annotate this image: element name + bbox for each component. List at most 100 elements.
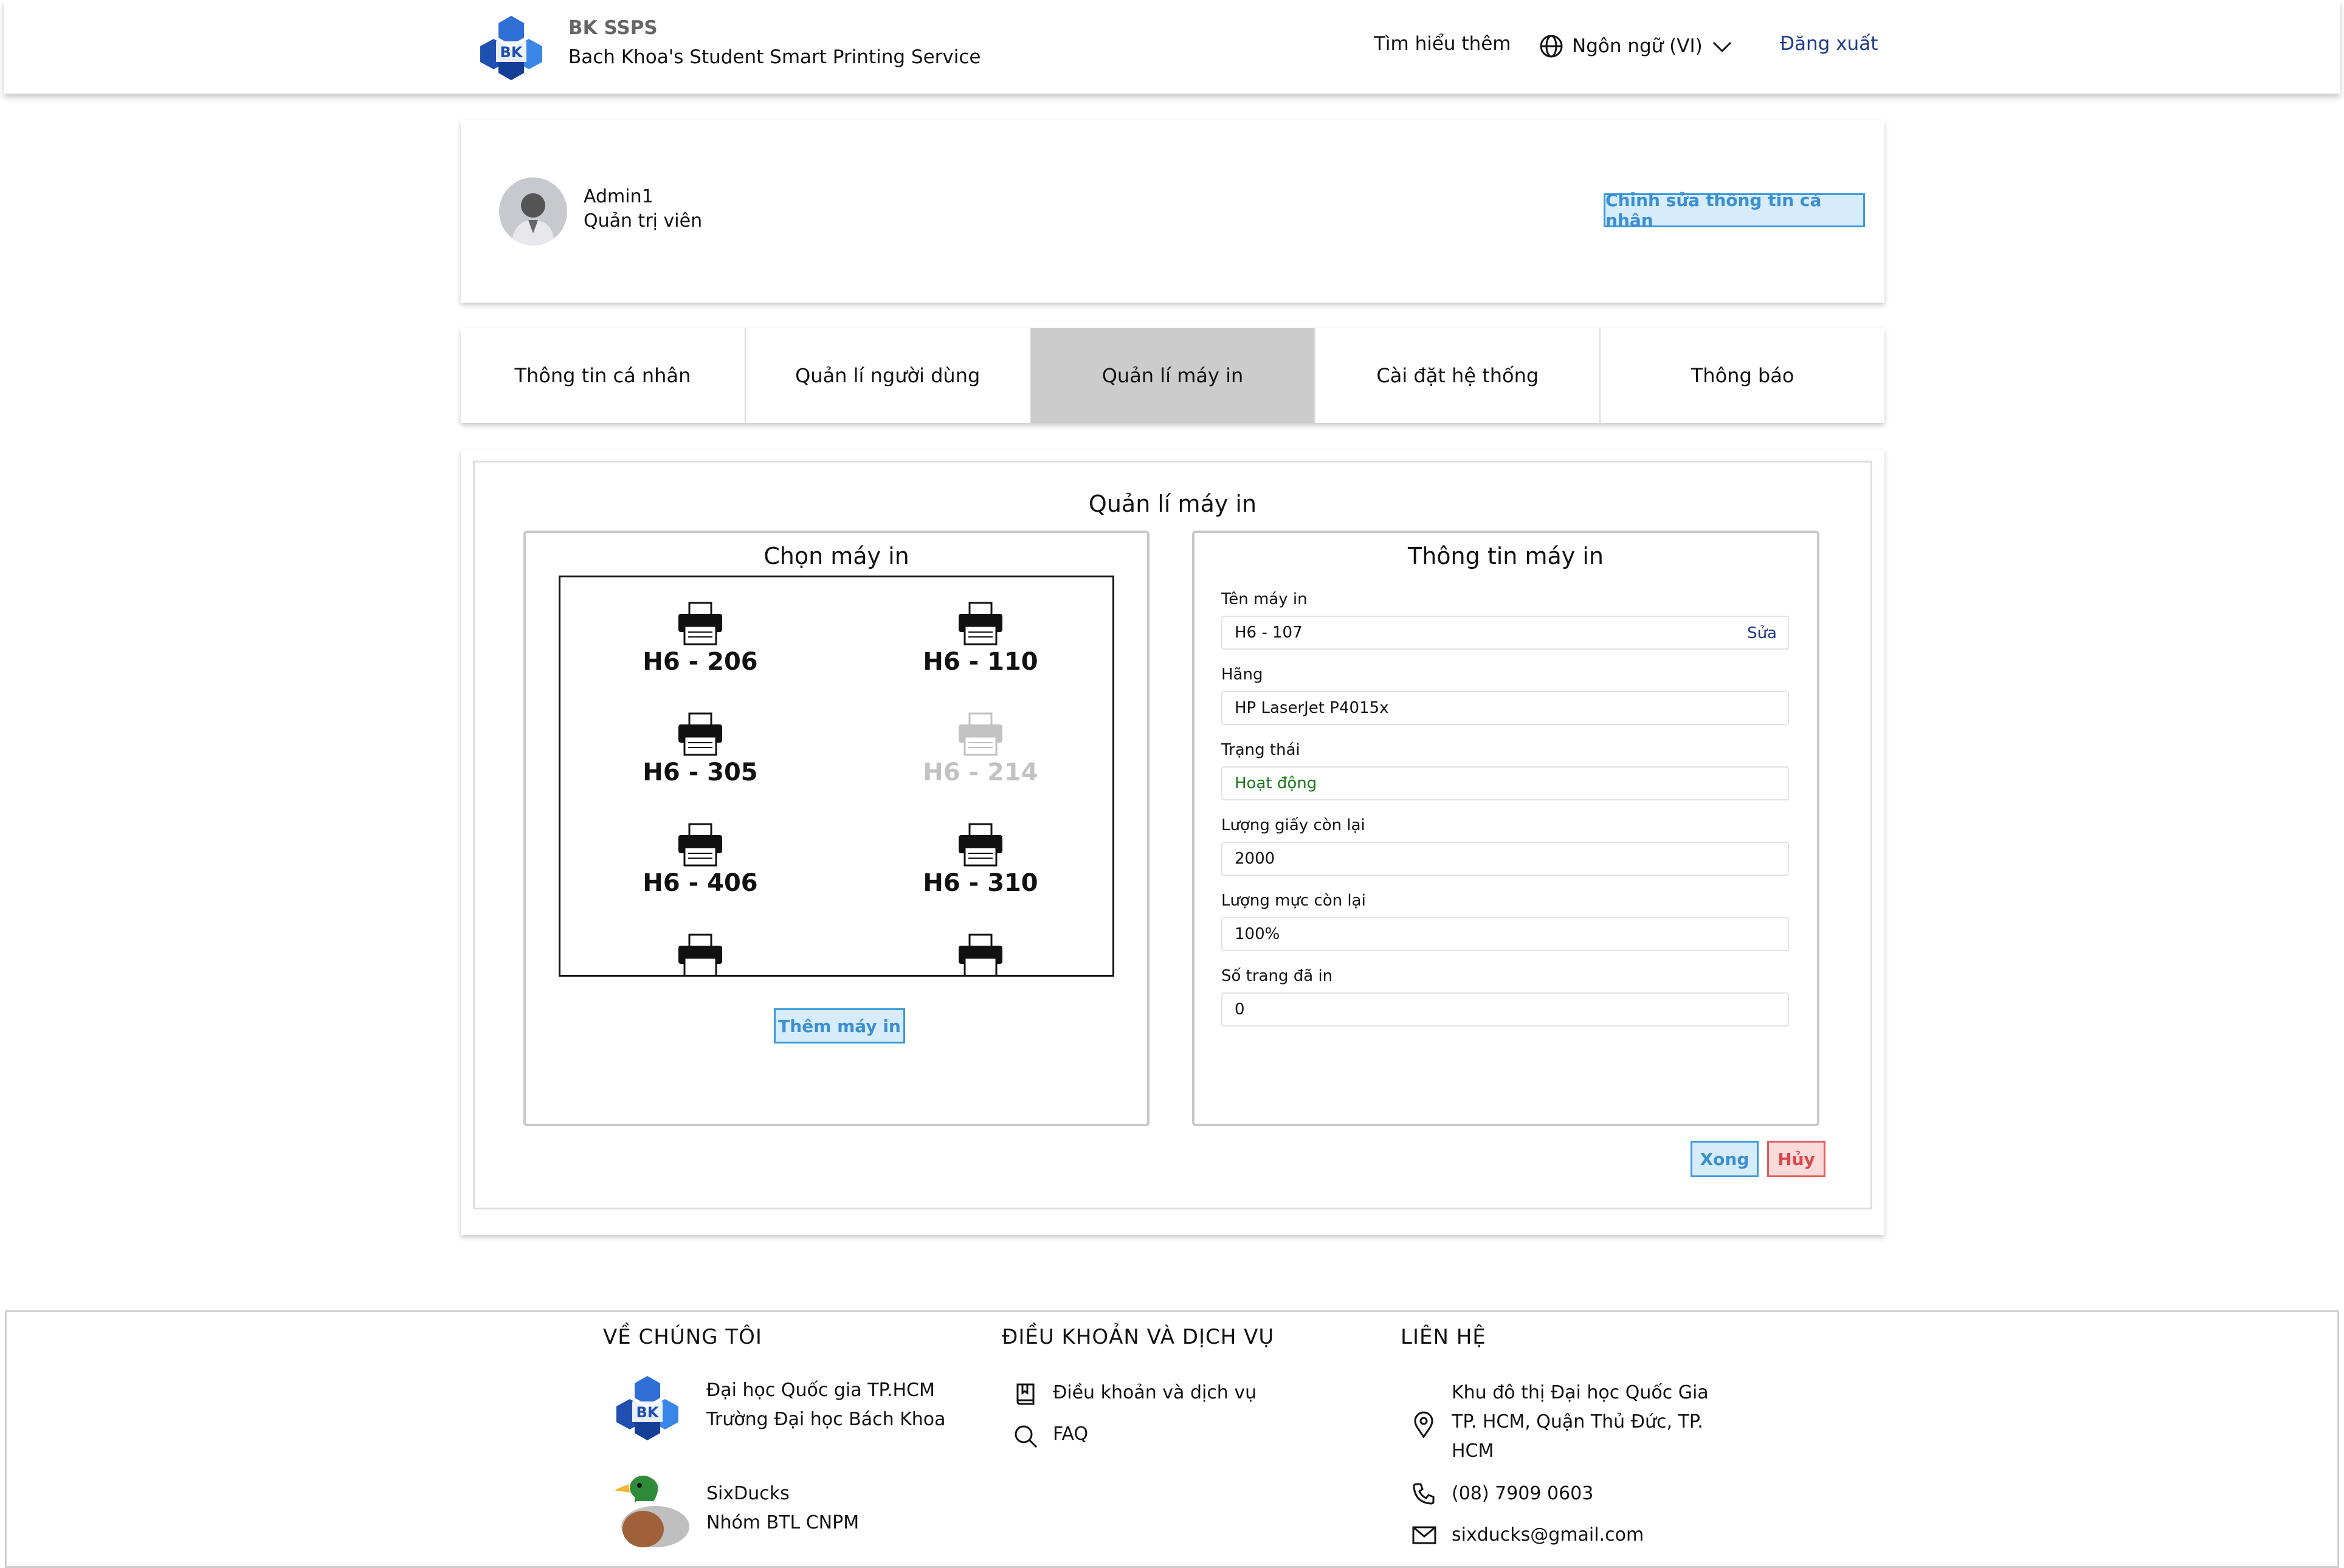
book-icon xyxy=(1016,1383,1035,1405)
team-line-2: Nhóm BTL CNPM xyxy=(706,1512,860,1533)
user-avatar-icon xyxy=(511,193,555,246)
tab-system-settings[interactable]: Cài đặt hệ thống xyxy=(1315,328,1601,423)
learn-more-link[interactable]: Tìm hiểu thêm xyxy=(1374,33,1511,55)
top-header: BK BK SSPS Bach Khoa's Student Smart Pri… xyxy=(4,0,2340,94)
ink-remaining-value: 100% xyxy=(1235,925,1280,943)
pages-printed-field[interactable]: 0 xyxy=(1221,992,1789,1026)
status-value: Hoạt động xyxy=(1235,774,1317,793)
printer-icon xyxy=(678,823,722,867)
tab-personal-info[interactable]: Thông tin cá nhân xyxy=(461,328,746,423)
done-button[interactable]: Xong xyxy=(1691,1141,1759,1177)
tab-user-management[interactable]: Quản lí người dùng xyxy=(746,328,1031,423)
mail-icon xyxy=(1412,1526,1436,1544)
logout-link[interactable]: Đăng xuất xyxy=(1780,33,1878,55)
edit-profile-button[interactable]: Chỉnh sửa thông tin cá nhân xyxy=(1604,190,1865,230)
printer-item[interactable]: H6 - 310 xyxy=(889,823,1072,897)
bk-logo-icon: BK xyxy=(616,1376,678,1440)
university-name: Đại học Quốc gia TP.HCM Trường Đại học B… xyxy=(706,1376,946,1434)
duck-icon xyxy=(614,1476,689,1547)
address-line-1: Khu đô thị Đại học Quốc Gia xyxy=(1452,1382,1709,1403)
page-title: Quản lí máy in xyxy=(1088,490,1257,517)
address: Khu đô thị Đại học Quốc Gia TP. HCM, Quậ… xyxy=(1452,1378,1709,1466)
university-line-1: Đại học Quốc gia TP.HCM xyxy=(706,1380,935,1401)
team-line-1: SixDucks xyxy=(706,1483,790,1504)
profile-card: Admin1 Quản trị viên Chỉnh sửa thông tin… xyxy=(461,120,1884,303)
printer-icon xyxy=(678,934,722,975)
printer-name-value: H6 - 107 xyxy=(1235,624,1303,642)
printer-management-card: Quản lí máy in Chọn máy in H6 - 206 H6 -… xyxy=(461,450,1884,1235)
location-pin-icon xyxy=(1414,1411,1433,1438)
pages-printed-value: 0 xyxy=(1235,1000,1245,1019)
select-printer-panel: Chọn máy in H6 - 206 H6 - 110 H6 - 305 H… xyxy=(523,531,1150,1126)
contact-heading: LIÊN HỆ xyxy=(1401,1325,1486,1349)
printer-item[interactable] xyxy=(889,934,1072,975)
phone-icon xyxy=(1413,1483,1435,1505)
terms-heading: ĐIỀU KHOẢN VÀ DỊCH VỤ xyxy=(1002,1325,1275,1349)
printer-icon xyxy=(959,823,1002,867)
printer-name-label: Tên máy in xyxy=(1221,590,1308,608)
printer-info-panel: Thông tin máy in Tên máy in H6 - 107 Sửa… xyxy=(1192,531,1819,1126)
globe-icon xyxy=(1540,35,1563,58)
printer-item[interactable]: H6 - 206 xyxy=(609,602,791,676)
brand-field[interactable]: HP LaserJet P4015x xyxy=(1221,691,1789,725)
ink-remaining-label: Lượng mực còn lại xyxy=(1221,892,1366,910)
tab-notifications[interactable]: Thông báo xyxy=(1601,328,1884,423)
cancel-button[interactable]: Hủy xyxy=(1767,1141,1825,1177)
team-name: SixDucks Nhóm BTL CNPM xyxy=(706,1479,859,1538)
svg-text:BK: BK xyxy=(636,1404,660,1421)
avatar xyxy=(499,177,567,246)
printer-item[interactable] xyxy=(609,934,791,975)
printer-item-disabled[interactable]: H6 - 214 xyxy=(889,712,1072,786)
printer-name: H6 - 214 xyxy=(923,758,1038,786)
brand-subtitle: Bach Khoa's Student Smart Printing Servi… xyxy=(568,46,981,68)
address-line-3: HCM xyxy=(1452,1440,1494,1462)
about-heading: VỀ CHÚNG TÔI xyxy=(603,1325,762,1349)
printer-icon xyxy=(959,712,1002,756)
printer-info-title: Thông tin máy in xyxy=(1408,543,1604,569)
tab-bar: Thông tin cá nhân Quản lí người dùng Quả… xyxy=(461,328,1884,423)
ink-remaining-field[interactable]: 100% xyxy=(1221,917,1789,951)
user-name: Admin1 xyxy=(584,186,653,207)
printer-item[interactable]: H6 - 305 xyxy=(609,712,791,786)
chevron-down-icon xyxy=(1712,41,1731,53)
email-address[interactable]: sixducks@gmail.com xyxy=(1452,1524,1644,1546)
status-label: Trạng thái xyxy=(1221,741,1300,759)
printer-icon xyxy=(678,602,722,645)
university-line-2: Trường Đại học Bách Khoa xyxy=(706,1409,946,1430)
language-label: Ngôn ngữ (VI) xyxy=(1572,35,1703,57)
printer-icon xyxy=(959,934,1002,975)
paper-remaining-label: Lượng giấy còn lại xyxy=(1221,816,1365,834)
language-selector[interactable]: Ngôn ngữ (VI) xyxy=(1539,30,1733,62)
phone-number[interactable]: (08) 7909 0603 xyxy=(1452,1483,1593,1504)
printer-name-field[interactable]: H6 - 107 Sửa xyxy=(1221,616,1789,650)
edit-name-link[interactable]: Sửa xyxy=(1747,624,1777,642)
status-field[interactable]: Hoạt động xyxy=(1221,766,1789,800)
select-printer-title: Chọn máy in xyxy=(764,543,909,569)
pages-printed-label: Số trang đã in xyxy=(1221,967,1333,985)
brand-label: Hãng xyxy=(1221,665,1263,684)
printer-name: H6 - 310 xyxy=(923,869,1038,897)
faq-link[interactable]: FAQ xyxy=(1053,1423,1088,1445)
paper-remaining-value: 2000 xyxy=(1235,850,1275,868)
terms-link[interactable]: Điều khoản và dịch vụ xyxy=(1053,1382,1256,1403)
add-printer-button[interactable]: Thêm máy in xyxy=(774,1008,905,1044)
brand-name: BK SSPS xyxy=(568,17,658,39)
search-icon xyxy=(1015,1425,1038,1448)
tab-printer-management[interactable]: Quản lí máy in xyxy=(1030,328,1316,423)
printer-management-panel: Quản lí máy in Chọn máy in H6 - 206 H6 -… xyxy=(473,461,1872,1209)
printer-name: H6 - 305 xyxy=(643,758,758,786)
bk-logo-icon: BK xyxy=(480,16,542,80)
user-role: Quản trị viên xyxy=(584,210,703,232)
brand-value: HP LaserJet P4015x xyxy=(1235,699,1389,717)
printer-icon xyxy=(959,602,1002,645)
paper-remaining-field[interactable]: 2000 xyxy=(1221,842,1789,876)
address-line-2: TP. HCM, Quận Thủ Đức, TP. xyxy=(1452,1411,1703,1432)
printer-item[interactable]: H6 - 406 xyxy=(609,823,791,897)
printer-list[interactable]: H6 - 206 H6 - 110 H6 - 305 H6 - 214 H6 -… xyxy=(559,576,1114,977)
printer-name: H6 - 206 xyxy=(643,648,758,676)
printer-name: H6 - 406 xyxy=(643,869,758,897)
printer-name: H6 - 110 xyxy=(923,648,1038,676)
printer-item[interactable]: H6 - 110 xyxy=(889,602,1072,676)
svg-text:BK: BK xyxy=(500,44,523,61)
printer-icon xyxy=(678,712,722,756)
